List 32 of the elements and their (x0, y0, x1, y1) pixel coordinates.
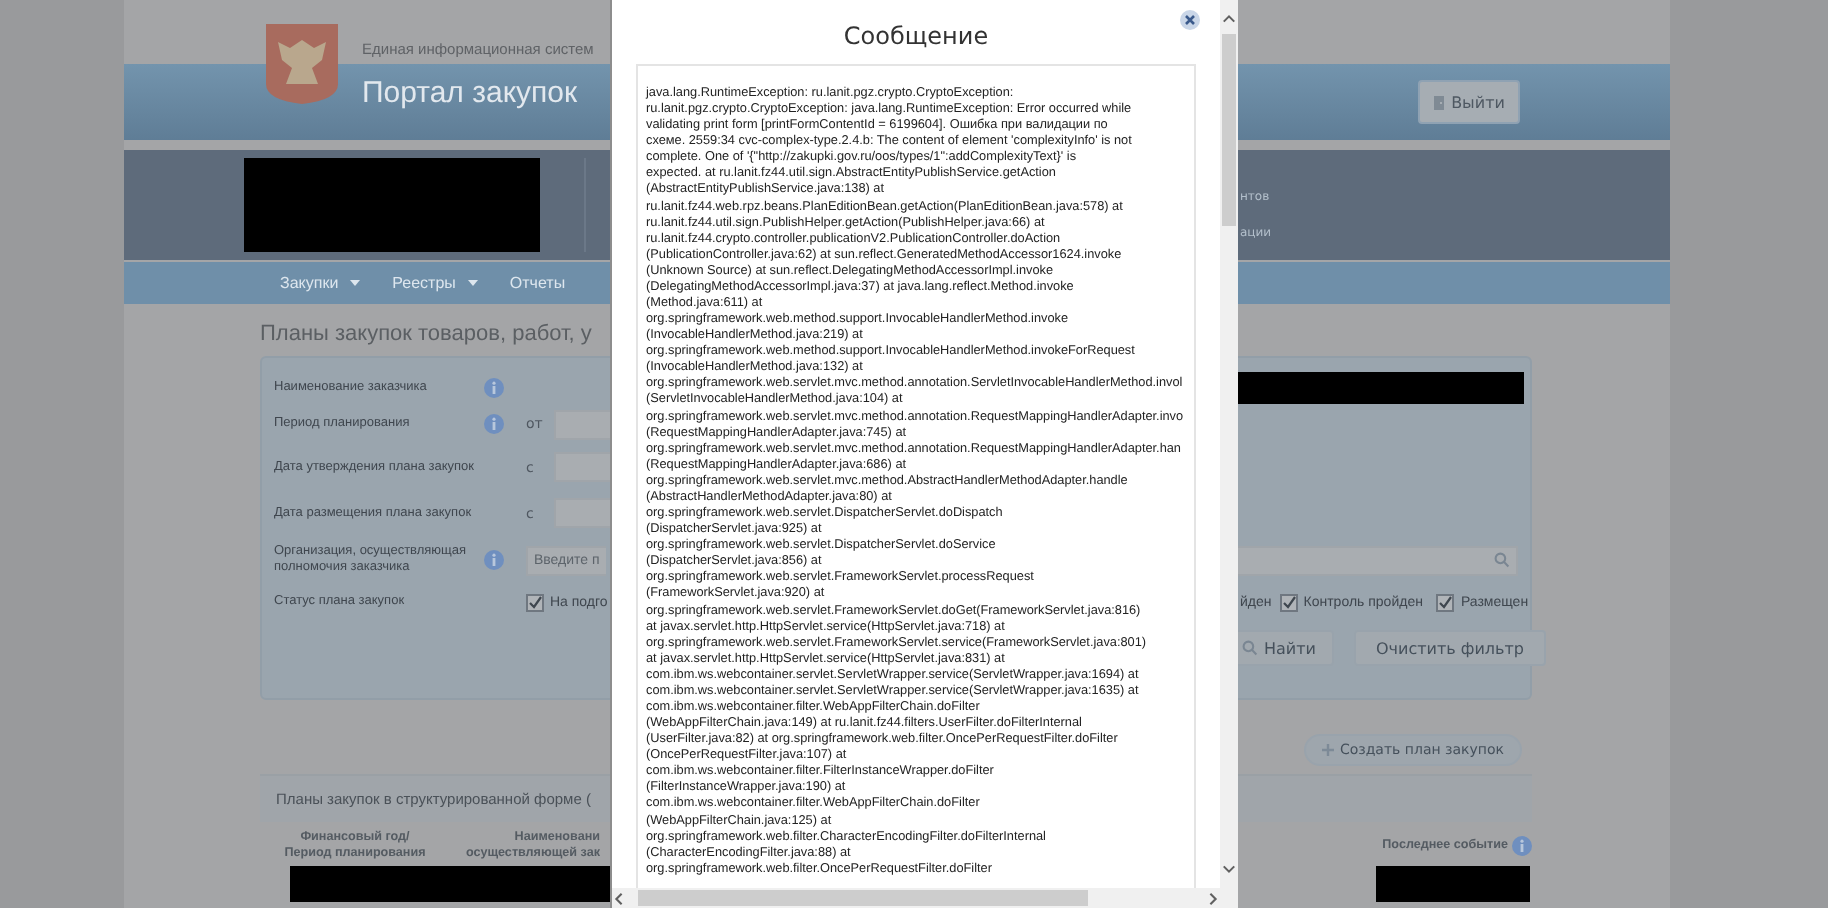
close-icon[interactable] (1180, 10, 1200, 30)
scrollbar-thumb[interactable] (638, 890, 1088, 906)
scroll-up-icon[interactable] (1222, 12, 1236, 26)
nav-item[interactable]: Реестры (392, 274, 478, 292)
info-icon[interactable] (484, 377, 504, 397)
dialog-title: Сообщение (843, 22, 989, 50)
date-field[interactable] (554, 498, 614, 528)
scroll-down-icon[interactable] (1222, 862, 1236, 876)
info-icon[interactable] (1512, 836, 1532, 856)
portal-title: Портал закупок (362, 76, 578, 110)
date-field[interactable] (554, 409, 614, 439)
scrollbar-thumb[interactable] (1222, 34, 1236, 226)
search-icon (1494, 552, 1510, 568)
checkbox[interactable] (1436, 593, 1455, 611)
horizontal-scrollbar[interactable] (612, 888, 1220, 908)
logout-button[interactable]: Выйти (1418, 80, 1520, 124)
clear-filter-button[interactable]: Очистить фильтр (1353, 630, 1546, 666)
search-icon (1242, 640, 1258, 656)
plus-icon (1321, 744, 1334, 756)
checkbox[interactable] (1279, 593, 1298, 611)
checkbox[interactable] (526, 593, 544, 611)
door-icon (1433, 95, 1446, 109)
scroll-right-icon[interactable] (1206, 891, 1220, 905)
date-field[interactable] (554, 452, 614, 482)
nav-item[interactable]: Закупки (280, 274, 361, 292)
nav-item[interactable]: Отчеты (509, 274, 566, 292)
page-title: Планы закупок товаров, работ, у (260, 320, 592, 350)
info-icon[interactable] (484, 414, 504, 434)
vertical-scrollbar[interactable] (1220, 0, 1238, 908)
info-icon[interactable] (484, 550, 504, 570)
scroll-left-icon[interactable] (612, 891, 626, 905)
emblem-icon (262, 24, 342, 104)
